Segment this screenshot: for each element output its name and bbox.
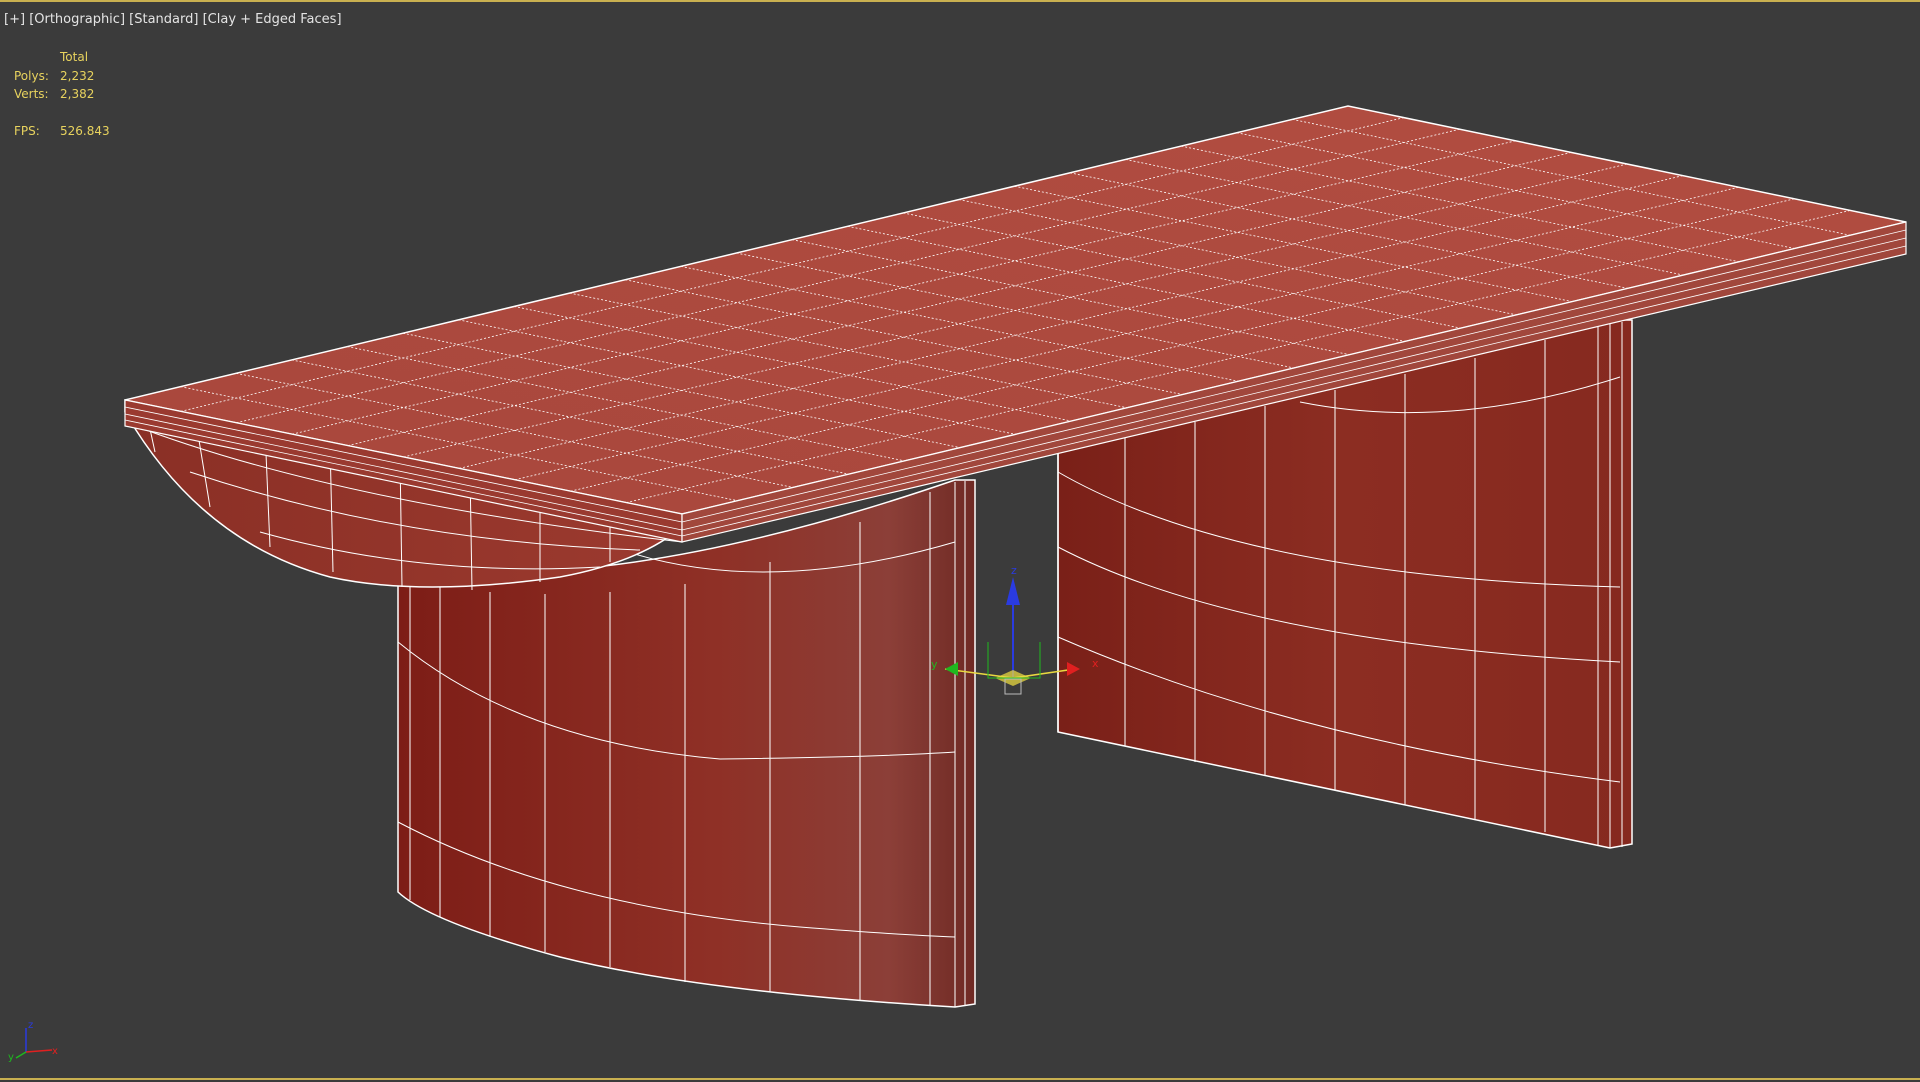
viewport-view-menu[interactable]: [Orthographic] (29, 12, 125, 27)
polys-value: 2,232 (60, 68, 95, 83)
fps-value: 526.843 (60, 123, 110, 138)
stats-header: Total (60, 50, 89, 64)
fps-label: FPS: (14, 123, 40, 138)
gizmo-z-arrow[interactable] (1006, 577, 1020, 605)
gizmo-y-label: y (931, 658, 938, 671)
table-model[interactable]: z y x (0, 2, 1920, 1082)
viewport[interactable]: z y x [+] [Orthographic] [Standard] [Cla… (0, 0, 1920, 1080)
statistics-overlay: Total Polys: 2,232 Verts: 2,382 FPS: 526.84… (14, 48, 110, 140)
mini-axis-z-label: z (28, 1020, 33, 1031)
view-axis-tripod-icon: z x y (8, 1020, 58, 1063)
verts-label: Verts: (14, 87, 49, 101)
polys-label: Polys: (14, 68, 49, 83)
mini-axis-y-label: y (8, 1052, 14, 1063)
mini-axis-x-label: x (52, 1046, 58, 1057)
gizmo-x-label: x (1092, 657, 1099, 670)
viewport-standard-menu[interactable]: [Standard] (129, 12, 198, 27)
viewport-label-menu[interactable]: [+] [Orthographic] [Standard] [Clay + Ed… (4, 12, 342, 27)
viewport-plus-menu[interactable]: [+] (4, 12, 25, 27)
viewport-shading-menu[interactable]: [Clay + Edged Faces] (203, 12, 342, 27)
tabletop[interactable] (124, 105, 1907, 543)
verts-value: 2,382 (60, 87, 95, 101)
gizmo-z-label: z (1011, 564, 1017, 577)
